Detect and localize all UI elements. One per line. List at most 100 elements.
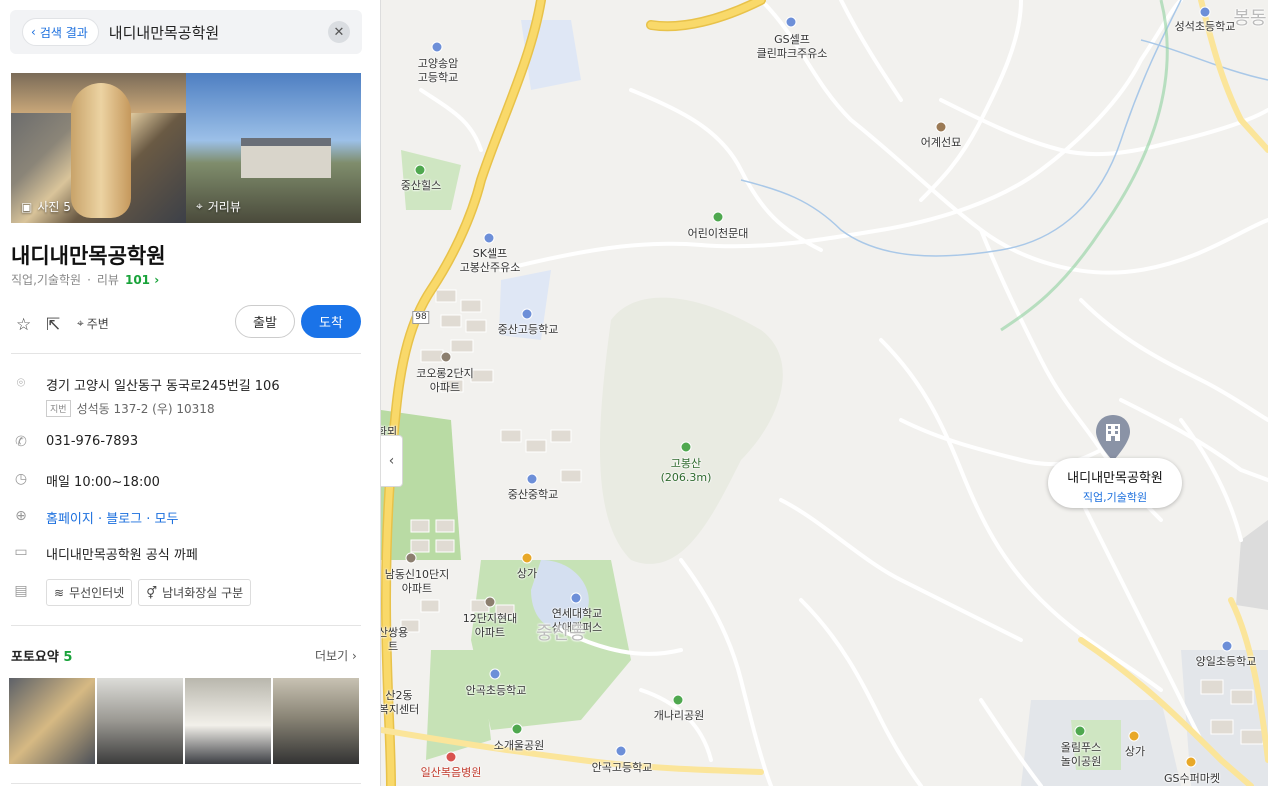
map-label: SK셀프 고봉산주유소 — [459, 247, 521, 274]
park-poi-icon[interactable] — [1074, 725, 1086, 737]
apartment-poi-icon[interactable] — [405, 552, 417, 564]
school-poi-icon[interactable] — [526, 473, 538, 485]
nearby-button[interactable]: ⌖ 주변 — [77, 315, 109, 332]
photo-summary-count: 5 — [63, 650, 73, 665]
park-poi-icon[interactable] — [712, 211, 724, 223]
map-label: 어린이천문대 — [687, 227, 749, 240]
map-label: 상가 — [1124, 745, 1146, 758]
collapse-panel-button[interactable]: ‹ — [381, 435, 403, 487]
jibun-address: 지번 성석동 137-2 (우) 10318 — [46, 400, 280, 417]
hours-row: ◷ 매일 10:00~18:00 — [11, 471, 361, 490]
review-count: 101 — [124, 272, 151, 287]
review-count-link[interactable]: 101 › — [125, 273, 159, 287]
gas-station-poi-icon[interactable] — [785, 16, 797, 28]
chevron-left-icon: ‹ — [31, 25, 36, 39]
landmark-poi-icon[interactable] — [935, 121, 947, 133]
photo-summary-title: 포토요약 5 — [11, 646, 72, 665]
review-label: 리뷰 — [96, 273, 119, 287]
nearby-label: 주변 — [86, 317, 109, 331]
photo-count-text: 사진 5 — [37, 200, 71, 214]
amenities-row: ▤ ≋ 무선인터넷 ⚥ 남녀화장실 구분 — [11, 579, 361, 606]
arrive-button[interactable]: 도착 — [301, 305, 361, 338]
clear-search-button[interactable]: ✕ — [328, 21, 350, 43]
photo-summary-thumbnails — [9, 678, 359, 764]
channel-text[interactable]: 내디내만목공학원 공식 까페 — [46, 544, 198, 563]
school-poi-icon[interactable] — [570, 592, 582, 604]
photo-thumbnail[interactable] — [9, 678, 95, 764]
map-area-label: 봉동 — [1233, 8, 1267, 29]
gas-station-poi-icon[interactable] — [483, 232, 495, 244]
place-title: 내디내만목공학원 — [11, 244, 166, 268]
shop-poi-icon[interactable] — [521, 552, 533, 564]
photo-decor — [71, 83, 131, 218]
map-label: 상가 — [516, 567, 538, 580]
shop-poi-icon[interactable] — [1185, 756, 1197, 768]
back-to-results-button[interactable]: ‹ 검색 결과 — [22, 18, 99, 46]
photo-decor — [241, 138, 331, 178]
park-poi-icon[interactable] — [672, 694, 684, 706]
place-subtitle: 직업,기술학원 · 리뷰 101 › — [11, 271, 159, 288]
address-text[interactable]: 경기 고양시 일산동구 동국로245번길 106 — [46, 375, 280, 394]
map-label: 중산고등학교 — [497, 323, 559, 336]
share-icon[interactable]: ⇱ — [46, 315, 60, 335]
map-label: 중산중학교 — [507, 488, 559, 501]
map-label: 안곡초등학교 — [465, 684, 527, 697]
amenity-restroom: ⚥ 남녀화장실 구분 — [138, 579, 252, 606]
divider — [11, 625, 361, 626]
school-poi-icon[interactable] — [1221, 640, 1233, 652]
photo-thumbnail[interactable] — [185, 678, 271, 764]
school-poi-icon[interactable] — [615, 745, 627, 757]
more-photos-button[interactable]: 더보기 › — [315, 647, 357, 664]
apartment-poi-icon[interactable] — [484, 596, 496, 608]
route-shield: 98 — [412, 311, 430, 324]
star-icon[interactable]: ☆ — [16, 315, 31, 335]
map-label: 고봉산 (206.3m) — [660, 457, 712, 484]
street-view-label: ⌖ 거리뷰 — [196, 198, 241, 215]
marker-title: 내디내만목공학원 — [1067, 471, 1163, 486]
divider — [11, 783, 361, 784]
nearby-pin-icon: ⌖ — [77, 316, 84, 330]
photo-thumbnail[interactable] — [273, 678, 359, 764]
map-label: 올림푸스 놀이공원 — [1060, 741, 1102, 768]
school-poi-icon[interactable] — [431, 41, 443, 53]
close-icon: ✕ — [333, 24, 345, 40]
map-label: 어계선묘 — [920, 136, 962, 149]
shop-poi-icon[interactable] — [1128, 730, 1140, 742]
street-view-thumbnail[interactable]: ⌖ 거리뷰 — [186, 73, 361, 223]
search-input[interactable]: 내디내만목공학원 — [109, 22, 328, 43]
location-pin-icon: ⌖ — [196, 199, 203, 213]
mountain-poi-icon[interactable] — [680, 441, 692, 453]
marker-subtitle: 직업,기술학원 — [1082, 491, 1148, 504]
park-poi-icon[interactable] — [511, 723, 523, 735]
map-area-label: 중산동 — [536, 623, 586, 644]
phone-text[interactable]: 031-976-7893 — [46, 434, 138, 449]
school-poi-icon[interactable] — [1199, 6, 1211, 18]
map-label: 일산복음병원 — [420, 766, 482, 779]
school-poi-icon[interactable] — [489, 668, 501, 680]
map-label: 개나리공원 — [653, 709, 705, 722]
map-label: 코오롱2단지 아파트 — [416, 367, 474, 394]
map-label: 소개울공원 — [493, 739, 545, 752]
hospital-poi-icon[interactable] — [445, 751, 457, 763]
map-label: 안곡고등학교 — [591, 761, 653, 774]
map-label: 산2동 복지센터 — [381, 689, 420, 716]
divider — [11, 353, 361, 354]
photo-thumbnail[interactable] — [97, 678, 183, 764]
back-label: 검색 결과 — [39, 25, 88, 40]
channel-row: ▭ 내디내만목공학원 공식 까페 — [11, 544, 361, 563]
restroom-icon: ⚥ — [146, 585, 158, 600]
dot-separator: · — [87, 272, 91, 287]
school-poi-icon[interactable] — [521, 308, 533, 320]
map-view[interactable]: 고양송암 고등학교 GS셀프 클린파크주유소 성석초등학교 봉동 어계선묘 중산힐스… — [381, 0, 1268, 786]
place-marker-card[interactable]: 내디내만목공학원 직업,기술학원 — [1048, 458, 1182, 508]
photo-main[interactable]: ▣ 사진 5 — [11, 73, 186, 223]
website-links[interactable]: 홈페이지 · 블로그 · 모두 — [46, 508, 178, 527]
search-bar[interactable]: ‹ 검색 결과 내디내만목공학원 ✕ — [10, 10, 362, 54]
start-button[interactable]: 출발 — [235, 305, 295, 338]
map-label: 양일초등학교 — [1195, 655, 1257, 668]
chevron-left-icon: ‹ — [388, 453, 395, 469]
photo-count-label: ▣ 사진 5 — [21, 198, 71, 215]
park-poi-icon[interactable] — [414, 164, 426, 176]
place-marker-icon[interactable] — [1096, 415, 1130, 461]
apartment-poi-icon[interactable] — [440, 351, 452, 363]
